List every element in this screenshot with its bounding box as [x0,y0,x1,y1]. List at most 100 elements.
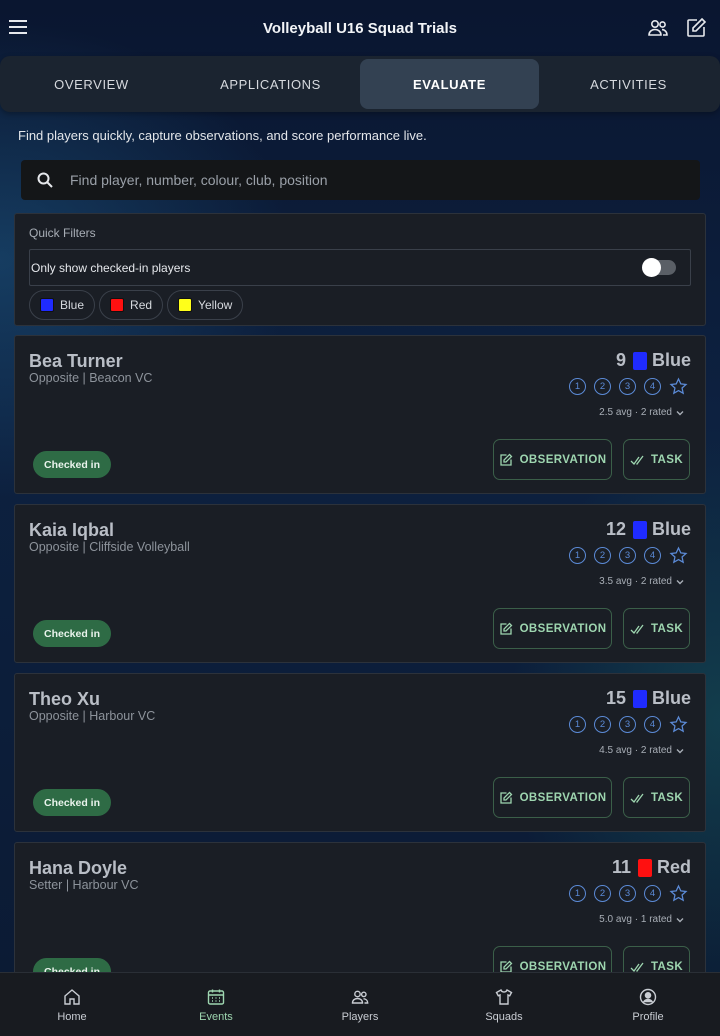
team-colour-swatch [632,351,647,370]
rating-3[interactable]: 3 [619,547,636,564]
star-icon[interactable] [669,377,688,396]
task-button[interactable]: TASK [623,777,690,818]
rating-row: 1 2 3 4 [569,884,688,903]
rating-row: 1 2 3 4 [569,715,688,734]
rating-2[interactable]: 2 [594,885,611,902]
filter-chip-blue[interactable]: Blue [29,290,96,320]
rating-summary: 5.0 avg · 1 rated [599,914,685,925]
status-badge: Checked in [33,958,112,972]
tab-evaluate[interactable]: EVALUATE [360,59,539,109]
search-input[interactable] [70,172,650,188]
player-name: Kaia Iqbal [29,520,115,540]
rating-1[interactable]: 1 [569,716,586,733]
status-badge: Checked in [33,620,112,647]
nav-events[interactable]: Events [144,973,288,1036]
team-colour-label: Red [656,857,691,877]
player-position-club: Opposite | Harbour VC [29,709,156,723]
player-name: Bea Turner [29,351,123,371]
rating-1[interactable]: 1 [569,547,586,564]
nav-players[interactable]: Players [288,973,432,1036]
nav-label: Players [341,1010,379,1023]
player-number: 15 [605,688,626,708]
chevron-down-icon[interactable] [675,746,685,756]
checked-in-filter-label: Only show checked-in players [31,260,191,275]
tab-overview[interactable]: OVERVIEW [2,59,181,109]
rating-2[interactable]: 2 [594,716,611,733]
player-card[interactable]: Kaia Iqbal Opposite | Cliffside Volleyba… [14,504,706,663]
rating-4[interactable]: 4 [644,378,661,395]
rating-3[interactable]: 3 [619,716,636,733]
player-position-club: Opposite | Beacon VC [29,371,153,385]
chevron-down-icon[interactable] [675,577,685,587]
rating-2[interactable]: 2 [594,547,611,564]
player-card[interactable]: Bea Turner Opposite | Beacon VC 9 Blue 1… [14,335,706,494]
nav-label: Home [57,1010,87,1023]
star-icon[interactable] [669,884,688,903]
rating-4[interactable]: 4 [644,716,661,733]
nav-squads[interactable]: Squads [432,973,576,1036]
task-label: TASK [650,791,684,804]
app-root: Volleyball U16 Squad Trials OVERVIEW APP… [0,0,720,1036]
people-icon [351,990,369,1004]
chevron-down-icon[interactable] [675,408,685,418]
checked-in-toggle[interactable] [642,258,676,277]
observation-label: OBSERVATION [519,453,607,466]
colour-swatch [110,298,125,312]
rating-average: 5.0 avg · 1 rated [599,914,672,925]
observation-label: OBSERVATION [519,960,607,973]
menu-icon[interactable] [8,16,30,38]
chip-label: Red [130,298,153,312]
team-colour-swatch [637,858,652,877]
rating-average: 3.5 avg · 2 rated [599,576,672,587]
status-badge: Checked in [33,789,112,816]
star-icon[interactable] [669,715,688,734]
tab-bar: OVERVIEW APPLICATIONS EVALUATE ACTIVITIE… [0,56,720,112]
rating-3[interactable]: 3 [619,378,636,395]
checked-in-filter-row[interactable]: Only show checked-in players [29,249,691,286]
rating-4[interactable]: 4 [644,547,661,564]
player-card[interactable]: Theo Xu Opposite | Harbour VC 15 Blue 1 … [14,673,706,832]
page-title: Volleyball U16 Squad Trials [263,19,457,37]
star-icon[interactable] [669,546,688,565]
tab-applications[interactable]: APPLICATIONS [181,59,360,109]
quick-filters-panel: Quick Filters Only show checked-in playe… [14,213,706,326]
filter-chip-yellow[interactable]: Yellow [167,290,244,320]
observation-button[interactable]: OBSERVATION [493,439,612,480]
group-icon[interactable] [646,16,670,40]
chevron-down-icon[interactable] [675,915,685,925]
filter-chip-red[interactable]: Red [99,290,164,320]
shirt-icon [495,988,513,1005]
home-icon [64,988,80,1005]
player-name: Hana Doyle [29,858,128,878]
player-position-club: Setter | Harbour VC [29,878,139,892]
nav-home[interactable]: Home [0,973,144,1036]
rating-average: 4.5 avg · 2 rated [599,745,672,756]
player-position-club: Opposite | Cliffside Volleyball [29,540,190,554]
observation-label: OBSERVATION [519,622,607,635]
rating-1[interactable]: 1 [569,378,586,395]
colour-swatch [40,298,54,312]
edit-icon[interactable] [684,16,708,40]
nav-profile[interactable]: Profile [576,973,720,1036]
rating-3[interactable]: 3 [619,885,636,902]
rating-summary: 4.5 avg · 2 rated [599,745,685,756]
tab-activities[interactable]: ACTIVITIES [539,59,718,109]
observation-button[interactable]: OBSERVATION [493,777,612,818]
task-button[interactable]: TASK [623,608,690,649]
task-button[interactable]: TASK [623,946,690,972]
edit-note-icon [499,960,512,972]
player-card[interactable]: Hana Doyle Setter | Harbour VC 11 Red 1 … [14,842,706,972]
profile-icon [639,988,657,1005]
search-icon [37,172,53,188]
player-number: 11 [611,857,631,877]
nav-label: Profile [632,1010,664,1023]
rating-summary: 3.5 avg · 2 rated [599,576,685,587]
task-button[interactable]: TASK [623,439,690,480]
observation-button[interactable]: OBSERVATION [493,608,612,649]
rating-2[interactable]: 2 [594,378,611,395]
rating-4[interactable]: 4 [644,885,661,902]
double-check-icon [630,455,644,465]
top-bar: Volleyball U16 Squad Trials [0,0,720,56]
observation-button[interactable]: OBSERVATION [493,946,612,972]
rating-1[interactable]: 1 [569,885,586,902]
